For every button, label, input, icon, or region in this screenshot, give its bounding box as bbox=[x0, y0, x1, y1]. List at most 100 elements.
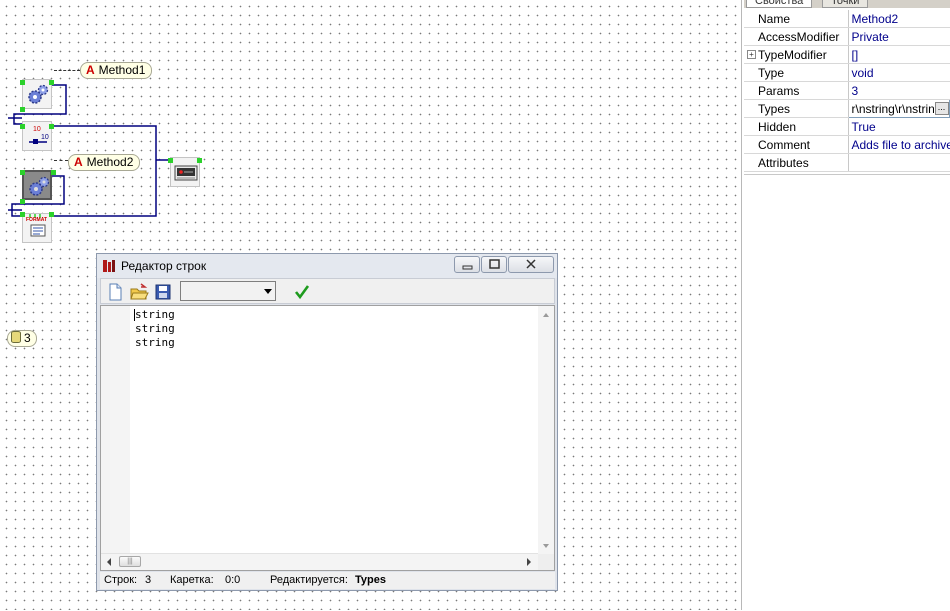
method1-label-link bbox=[54, 70, 80, 71]
apply-button[interactable] bbox=[292, 282, 312, 302]
counter-badge[interactable]: 3 bbox=[7, 330, 37, 347]
property-value[interactable]: [] bbox=[848, 45, 950, 64]
pin[interactable] bbox=[20, 170, 25, 175]
status-editing-value-wrap: Types bbox=[355, 572, 386, 589]
counter-top-text: 10 bbox=[33, 126, 41, 133]
property-value[interactable]: Adds file to archive bbox=[848, 135, 950, 154]
pin[interactable] bbox=[51, 170, 56, 175]
property-row-accessmodifier[interactable]: AccessModifier Private bbox=[744, 27, 950, 46]
method1-label-text: Method1 bbox=[98, 63, 146, 77]
property-value[interactable]: void bbox=[848, 63, 950, 82]
method-a-icon: A bbox=[74, 155, 83, 169]
properties-tabs: Свойства Точки bbox=[744, 0, 950, 8]
pin[interactable] bbox=[20, 199, 25, 204]
checkmark-icon bbox=[294, 285, 310, 300]
status-caret-value: 0:0 bbox=[225, 574, 241, 586]
properties-empty-area bbox=[744, 174, 950, 611]
archive-component[interactable] bbox=[170, 157, 200, 187]
property-name-text: Name bbox=[758, 11, 791, 26]
property-row-typemodifier[interactable]: + TypeModifier[] bbox=[744, 45, 950, 64]
property-value[interactable]: Private bbox=[848, 27, 950, 46]
close-button[interactable] bbox=[508, 256, 554, 273]
pin[interactable] bbox=[168, 158, 173, 163]
property-name: AccessModifier bbox=[744, 27, 849, 46]
database-icon bbox=[11, 331, 21, 343]
editor-toolbar bbox=[100, 278, 555, 304]
pin[interactable] bbox=[49, 212, 54, 217]
status-editing-value: Types bbox=[355, 574, 386, 586]
property-value[interactable]: Method2 bbox=[848, 10, 950, 28]
counter-bottom-text: 10 bbox=[41, 134, 49, 141]
editor-text-area[interactable]: string string string ||| bbox=[100, 305, 555, 571]
editor-line: string bbox=[135, 336, 175, 349]
pin[interactable] bbox=[49, 124, 54, 129]
property-row-comment[interactable]: Comment Adds file to archive bbox=[744, 135, 950, 154]
tab-properties[interactable]: Свойства bbox=[746, 0, 813, 8]
method1-label[interactable]: A Method1 bbox=[80, 62, 153, 79]
property-row-type[interactable]: Type void bbox=[744, 63, 950, 82]
property-row-params[interactable]: Params 3 bbox=[744, 81, 950, 100]
method1-component[interactable] bbox=[22, 79, 52, 109]
property-value-text: True bbox=[851, 119, 876, 134]
canvas-splitter[interactable] bbox=[741, 0, 742, 610]
method2-label-link bbox=[54, 160, 68, 161]
property-name-text: Hidden bbox=[758, 119, 797, 134]
property-row-name[interactable]: Name Method2 bbox=[744, 10, 950, 28]
scroll-right-icon bbox=[527, 558, 531, 566]
maximize-button[interactable] bbox=[481, 256, 507, 273]
pin[interactable] bbox=[20, 80, 25, 85]
tab-points[interactable]: Точки bbox=[822, 0, 869, 8]
open-button[interactable] bbox=[129, 282, 149, 302]
app-icon bbox=[103, 260, 115, 272]
expand-icon[interactable]: + bbox=[747, 50, 756, 59]
property-row-attributes[interactable]: Attributes bbox=[744, 153, 950, 172]
save-button[interactable] bbox=[153, 282, 173, 302]
property-row-hidden[interactable]: Hidden True bbox=[744, 117, 950, 136]
property-name: Hidden bbox=[744, 117, 849, 136]
status-caret-label: Каретка: bbox=[170, 574, 214, 586]
property-value-text: Private bbox=[851, 29, 889, 44]
pin[interactable] bbox=[20, 212, 25, 217]
scrollbar-corner bbox=[538, 554, 554, 570]
property-name: Comment bbox=[744, 135, 849, 154]
property-name: Attributes bbox=[744, 153, 849, 172]
property-value-text: 3 bbox=[851, 83, 859, 98]
property-name: Type bbox=[744, 63, 849, 82]
minimize-icon bbox=[462, 265, 473, 270]
status-lines-label: Строк: bbox=[104, 574, 138, 586]
editor-lines[interactable]: string string string bbox=[135, 308, 175, 350]
save-disk-icon bbox=[155, 284, 171, 300]
counter-component[interactable]: 10 10 bbox=[22, 121, 52, 151]
property-value-text: void bbox=[851, 65, 874, 80]
new-button[interactable] bbox=[105, 282, 125, 302]
property-value[interactable]: r\nstring\r\nstring... bbox=[847, 99, 950, 118]
property-value[interactable]: True bbox=[848, 117, 950, 136]
status-editing-label: Редактируется: bbox=[270, 574, 348, 586]
minimize-button[interactable] bbox=[454, 256, 480, 273]
horizontal-scroll-thumb[interactable]: ||| bbox=[119, 556, 141, 567]
encoding-select[interactable] bbox=[180, 281, 276, 301]
method2-component[interactable] bbox=[22, 170, 52, 200]
close-icon bbox=[526, 259, 536, 269]
scroll-down-icon bbox=[543, 544, 549, 548]
property-row-types[interactable]: Types r\nstring\r\nstring... bbox=[744, 99, 950, 118]
pin[interactable] bbox=[20, 107, 25, 112]
pin[interactable] bbox=[197, 158, 202, 163]
horizontal-scroll-arrows bbox=[107, 558, 531, 566]
wire-counter-format bbox=[52, 125, 157, 217]
horizontal-scrollbar[interactable]: ||| bbox=[101, 553, 538, 570]
property-name-text: Comment bbox=[758, 137, 811, 152]
pin[interactable] bbox=[49, 80, 54, 85]
ellipsis-button[interactable]: ... bbox=[934, 102, 949, 116]
property-value[interactable] bbox=[848, 153, 950, 172]
properties-grid: Name Method2 AccessModifier Private + TypeMod… bbox=[744, 10, 950, 172]
format-string-icon: FORMAT bbox=[26, 214, 47, 237]
pin[interactable] bbox=[20, 124, 25, 129]
method2-label[interactable]: A Method2 bbox=[68, 154, 141, 171]
new-file-icon bbox=[109, 283, 122, 301]
editor-title-bar[interactable]: Редактор строк bbox=[97, 254, 557, 278]
vertical-scrollbar[interactable] bbox=[538, 306, 554, 554]
format-component[interactable]: FORMAT bbox=[22, 213, 52, 243]
property-value[interactable]: 3 bbox=[848, 81, 950, 100]
maximize-icon bbox=[489, 259, 500, 269]
